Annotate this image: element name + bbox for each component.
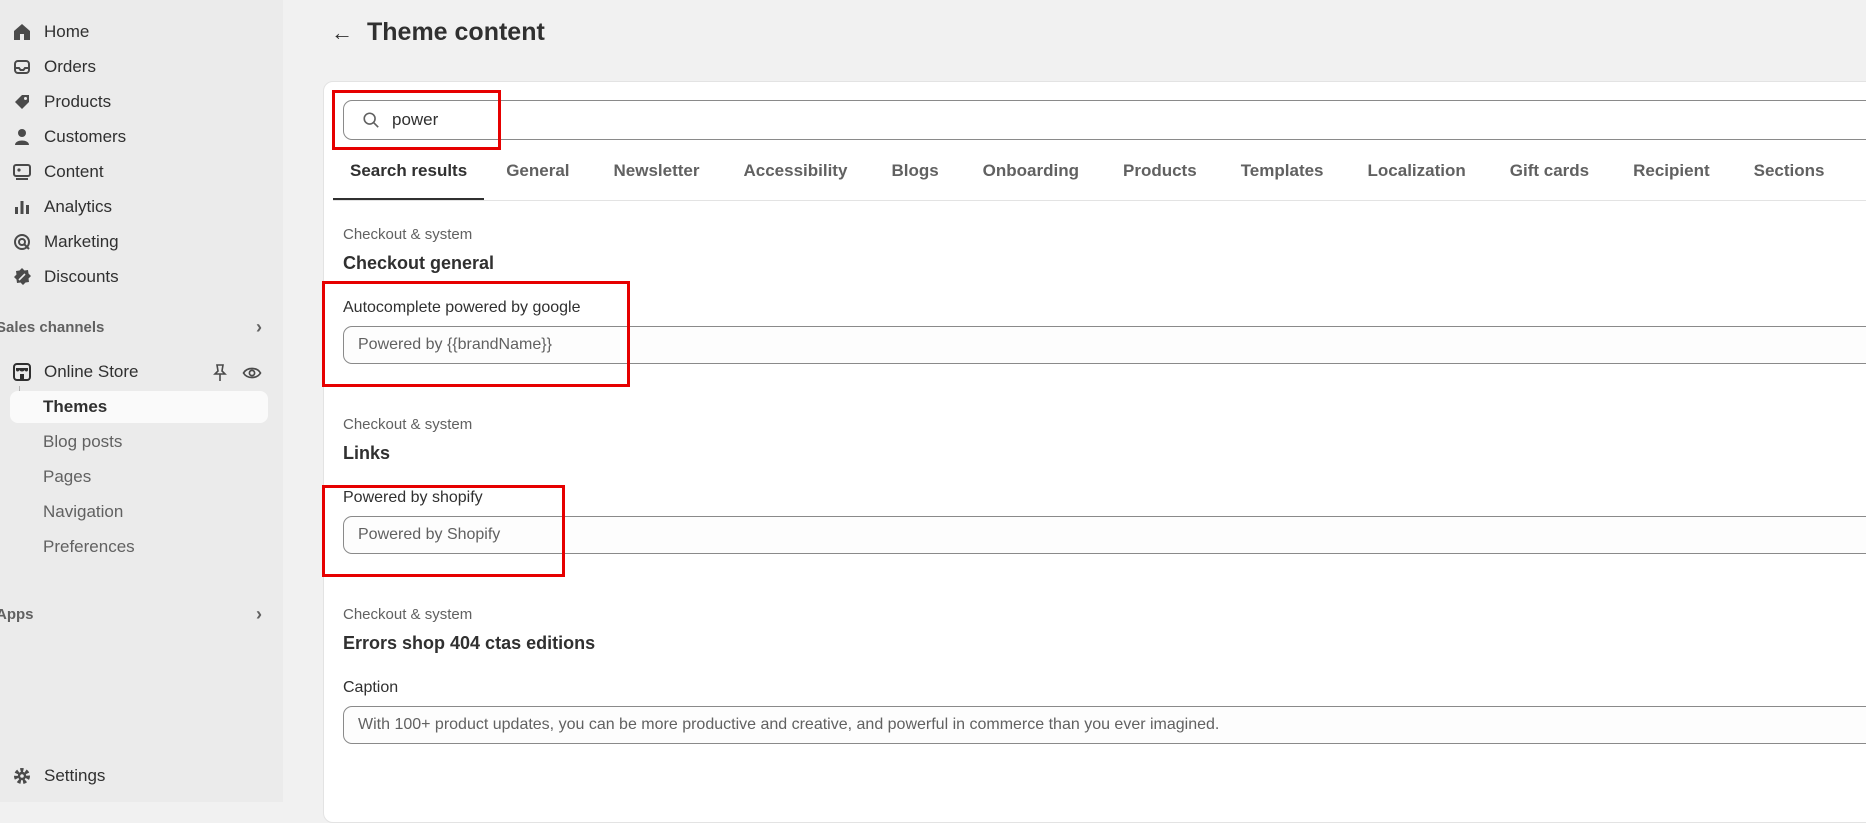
sidebar-item-label: Preferences — [43, 537, 135, 557]
search-field[interactable] — [343, 100, 1866, 140]
sidebar-item-label: Orders — [44, 57, 96, 77]
page-title: Theme content — [367, 18, 545, 47]
back-arrow-icon[interactable]: ← — [331, 20, 353, 46]
tab-newsletter[interactable]: Newsletter — [592, 152, 722, 200]
tab-sections[interactable]: Sections — [1732, 152, 1847, 200]
sidebar: Home Orders Products Customers Content A… — [0, 0, 283, 802]
gear-icon — [10, 764, 34, 788]
result-group-label: Checkout & system — [343, 416, 472, 433]
sales-channels-header[interactable]: Sales channels › — [0, 315, 268, 339]
sidebar-item-label: Discounts — [44, 267, 119, 287]
tab-gift-cards[interactable]: Gift cards — [1488, 152, 1611, 200]
bar-chart-icon — [10, 195, 34, 219]
result-group-title: Errors shop 404 ctas editions — [343, 633, 595, 654]
tab-search-results[interactable]: Search results — [333, 152, 484, 200]
field-label: Caption — [343, 679, 398, 697]
sidebar-item-label: Themes — [43, 397, 107, 417]
translation-input[interactable]: Powered by {{brandName}} — [343, 326, 1866, 364]
sidebar-item-label: Settings — [44, 766, 105, 786]
target-icon — [10, 230, 34, 254]
sidebar-item-label: Blog posts — [43, 432, 122, 452]
result-group-title: Links — [343, 443, 390, 464]
tab-more[interactable]: C — [1847, 152, 1866, 200]
chevron-right-icon: › — [256, 604, 262, 625]
sidebar-item-label: Home — [44, 22, 89, 42]
sidebar-item-label: Online Store — [44, 362, 139, 382]
field-label: Autocomplete powered by google — [343, 299, 581, 317]
online-store-actions — [210, 363, 262, 388]
sidebar-item-analytics[interactable]: Analytics — [10, 192, 268, 222]
tab-bar: Search results General Newsletter Access… — [333, 152, 1866, 201]
sidebar-item-themes[interactable]: Themes — [10, 391, 268, 423]
sidebar-item-preferences[interactable]: Preferences — [43, 532, 135, 562]
page-header: ← Theme content — [331, 18, 545, 47]
sidebar-item-label: Pages — [43, 467, 91, 487]
apps-label: Apps — [0, 606, 34, 623]
tab-recipient[interactable]: Recipient — [1611, 152, 1732, 200]
content-icon — [10, 160, 34, 184]
tab-general[interactable]: General — [484, 152, 591, 200]
pin-icon[interactable] — [210, 363, 230, 388]
search-icon — [362, 111, 380, 129]
search-input[interactable] — [390, 109, 994, 131]
home-icon — [10, 20, 34, 44]
tab-localization[interactable]: Localization — [1346, 152, 1488, 200]
tab-templates[interactable]: Templates — [1219, 152, 1346, 200]
sidebar-item-products[interactable]: Products — [10, 87, 268, 117]
sidebar-item-pages[interactable]: Pages — [43, 462, 91, 492]
sidebar-item-label: Navigation — [43, 502, 123, 522]
store-icon — [10, 360, 34, 384]
apps-header[interactable]: Apps › — [0, 602, 268, 626]
translation-input[interactable]: Powered by Shopify — [343, 516, 1866, 554]
result-group-label: Checkout & system — [343, 226, 472, 243]
discount-icon — [10, 265, 34, 289]
sidebar-item-orders[interactable]: Orders — [10, 52, 268, 82]
sidebar-item-settings[interactable]: Settings — [10, 761, 268, 791]
translation-input[interactable]: With 100+ product updates, you can be mo… — [343, 706, 1866, 744]
sidebar-item-navigation[interactable]: Navigation — [43, 497, 123, 527]
inbox-icon — [10, 55, 34, 79]
tab-products[interactable]: Products — [1101, 152, 1219, 200]
tab-accessibility[interactable]: Accessibility — [721, 152, 869, 200]
sidebar-item-marketing[interactable]: Marketing — [10, 227, 268, 257]
chevron-right-icon: › — [256, 317, 262, 338]
sidebar-item-customers[interactable]: Customers — [10, 122, 268, 152]
sidebar-item-label: Analytics — [44, 197, 112, 217]
tab-onboarding[interactable]: Onboarding — [961, 152, 1101, 200]
field-label: Powered by shopify — [343, 489, 483, 507]
sidebar-item-label: Customers — [44, 127, 126, 147]
sidebar-item-blog-posts[interactable]: Blog posts — [43, 427, 122, 457]
tag-icon — [10, 90, 34, 114]
result-group-title: Checkout general — [343, 253, 494, 274]
person-icon — [10, 125, 34, 149]
eye-icon[interactable] — [242, 363, 262, 388]
sidebar-item-label: Products — [44, 92, 111, 112]
sidebar-item-discounts[interactable]: Discounts — [10, 262, 268, 292]
result-group-label: Checkout & system — [343, 606, 472, 623]
sidebar-item-home[interactable]: Home — [10, 17, 268, 47]
sidebar-item-content[interactable]: Content — [10, 157, 268, 187]
sales-channels-label: Sales channels — [0, 319, 104, 336]
tab-blogs[interactable]: Blogs — [869, 152, 960, 200]
sidebar-item-label: Content — [44, 162, 104, 182]
sidebar-item-label: Marketing — [44, 232, 119, 252]
